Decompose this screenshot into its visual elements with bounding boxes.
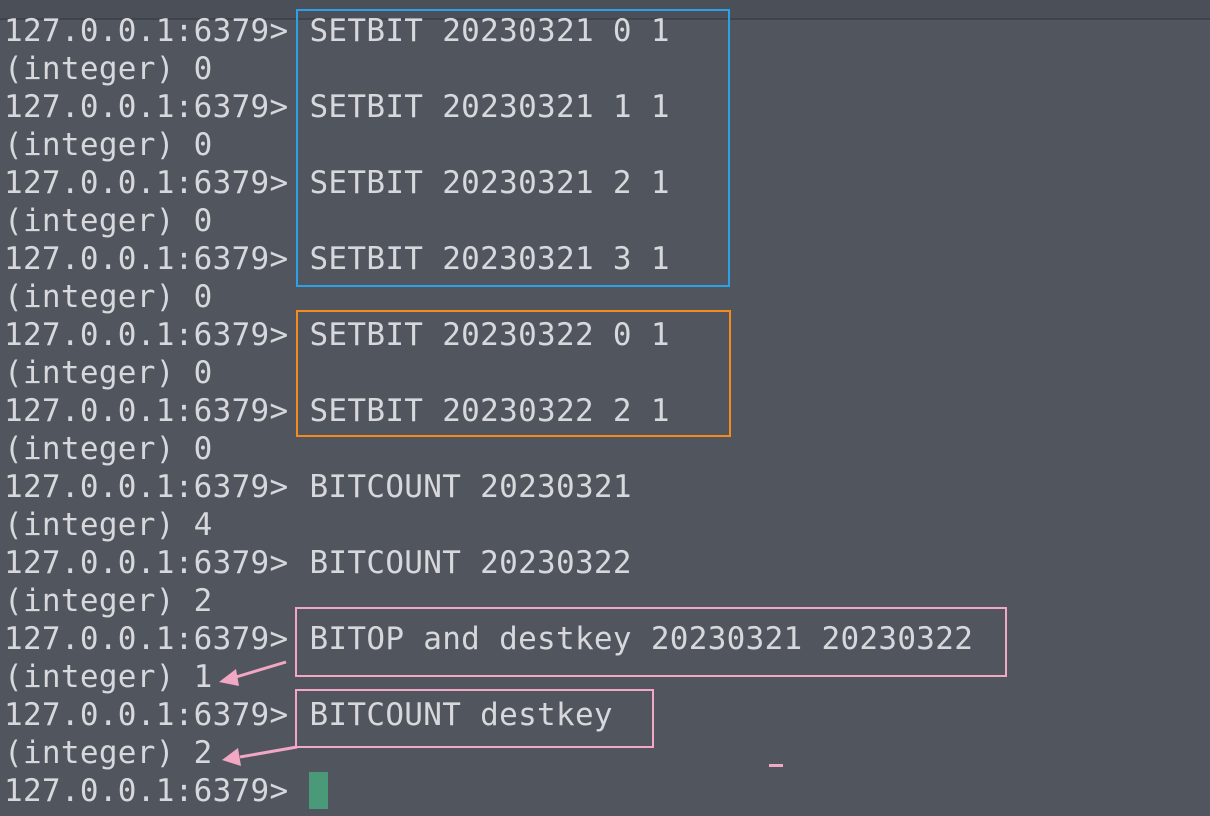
prompt: 127.0.0.1:6379> [4, 89, 289, 125]
prompt: 127.0.0.1:6379> [4, 241, 289, 277]
text-cursor[interactable] [309, 772, 329, 809]
terminal-line: (integer) 0 [4, 50, 973, 88]
output-text: (integer) 0 [4, 127, 213, 163]
command-text: BITCOUNT 20230321 [309, 469, 632, 505]
terminal-line: (integer) 2 [4, 734, 973, 772]
terminal-line: 127.0.0.1:6379> SETBIT 20230321 2 1 [4, 164, 973, 202]
terminal-line: (integer) 0 [4, 126, 973, 164]
output-text: (integer) 2 [4, 583, 213, 619]
terminal-line: 127.0.0.1:6379> SETBIT 20230321 1 1 [4, 88, 973, 126]
terminal-line: (integer) 0 [4, 202, 973, 240]
terminal-line: (integer) 0 [4, 278, 973, 316]
prompt: 127.0.0.1:6379> [4, 393, 289, 429]
output-text: (integer) 1 [4, 659, 213, 695]
terminal-line: (integer) 2 [4, 582, 973, 620]
output-text: (integer) 0 [4, 51, 213, 87]
prompt: 127.0.0.1:6379> [4, 317, 289, 353]
terminal-line: (integer) 1 [4, 658, 973, 696]
terminal-input-line[interactable]: 127.0.0.1:6379> [4, 772, 973, 810]
command-text: SETBIT 20230321 2 1 [309, 165, 670, 201]
output-text: (integer) 0 [4, 431, 213, 467]
output-text: (integer) 2 [4, 735, 213, 771]
terminal-line: 127.0.0.1:6379> SETBIT 20230321 0 1 [4, 12, 973, 50]
terminal-line: (integer) 0 [4, 354, 973, 392]
terminal-line: (integer) 4 [4, 506, 973, 544]
terminal-line: 127.0.0.1:6379> BITCOUNT 20230322 [4, 544, 973, 582]
terminal-line: 127.0.0.1:6379> BITOP and destkey 2023032… [4, 620, 973, 658]
prompt: 127.0.0.1:6379> [4, 697, 289, 733]
command-text: SETBIT 20230321 1 1 [309, 89, 670, 125]
prompt: 127.0.0.1:6379> [4, 545, 289, 581]
command-text: BITOP and destkey 20230321 20230322 [309, 621, 974, 657]
terminal-output[interactable]: 127.0.0.1:6379> SETBIT 20230321 0 1 (inte… [4, 12, 973, 810]
prompt: 127.0.0.1:6379> [4, 621, 289, 657]
prompt: 127.0.0.1:6379> [4, 13, 289, 49]
output-text: (integer) 0 [4, 203, 213, 239]
terminal-line: 127.0.0.1:6379> SETBIT 20230321 3 1 [4, 240, 973, 278]
command-text: SETBIT 20230322 0 1 [309, 317, 670, 353]
terminal-line: 127.0.0.1:6379> SETBIT 20230322 0 1 [4, 316, 973, 354]
terminal-line: 127.0.0.1:6379> BITCOUNT 20230321 [4, 468, 973, 506]
prompt: 127.0.0.1:6379> [4, 469, 289, 505]
command-text: SETBIT 20230322 2 1 [309, 393, 670, 429]
command-text: BITCOUNT destkey [309, 697, 613, 733]
terminal-line: 127.0.0.1:6379> SETBIT 20230322 2 1 [4, 392, 973, 430]
output-text: (integer) 0 [4, 355, 213, 391]
terminal-line: (integer) 0 [4, 430, 973, 468]
command-text: SETBIT 20230321 3 1 [309, 241, 670, 277]
terminal-line: 127.0.0.1:6379> BITCOUNT destkey [4, 696, 973, 734]
output-text: (integer) 4 [4, 507, 213, 543]
prompt: 127.0.0.1:6379> [4, 165, 289, 201]
command-text: SETBIT 20230321 0 1 [309, 13, 670, 49]
prompt: 127.0.0.1:6379> [4, 773, 289, 809]
output-text: (integer) 0 [4, 279, 213, 315]
command-text: BITCOUNT 20230322 [309, 545, 632, 581]
